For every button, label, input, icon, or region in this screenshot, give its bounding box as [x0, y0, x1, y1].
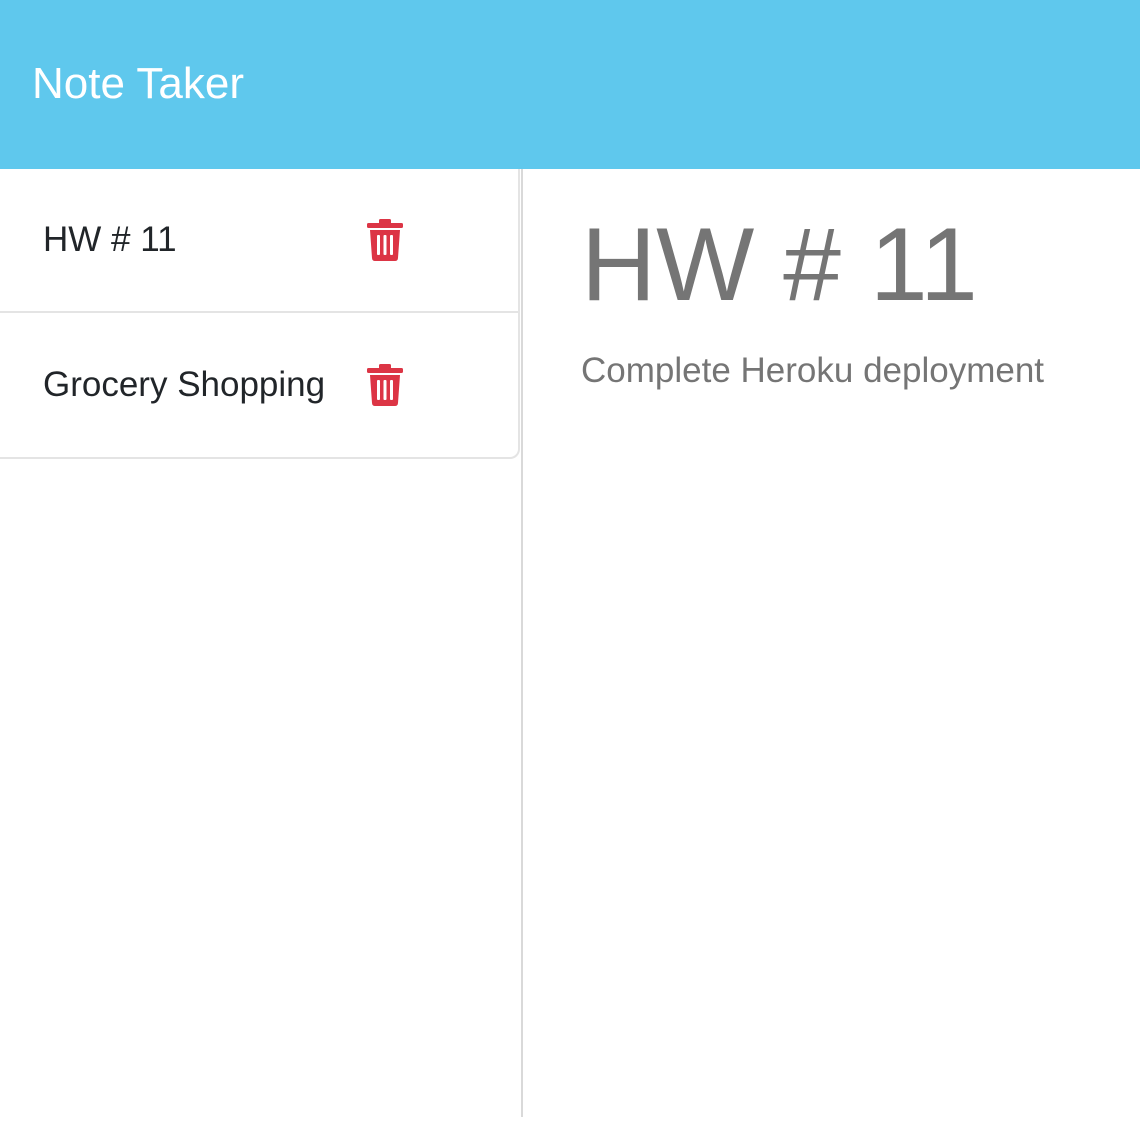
trash-icon [367, 364, 403, 406]
note-title[interactable]: Grocery Shopping [43, 365, 325, 405]
note-list: HW # 11 Grocery Shopping [0, 169, 520, 459]
note-list-panel: HW # 11 Grocery Shopping [0, 169, 523, 1117]
note-title-field[interactable]: HW # 11 [581, 205, 1121, 325]
note-view: HW # 11 Complete Heroku deployment [523, 169, 1140, 1144]
app-title[interactable]: Note Taker [32, 58, 244, 110]
note-title[interactable]: HW # 11 [43, 220, 177, 260]
delete-note-button[interactable] [367, 219, 403, 261]
trash-icon [367, 219, 403, 261]
list-item[interactable]: HW # 11 [0, 169, 518, 313]
navbar: Note Taker [0, 0, 1140, 169]
note-text-area[interactable]: Complete Heroku deployment [581, 349, 1121, 393]
delete-note-button[interactable] [367, 364, 403, 406]
list-item[interactable]: Grocery Shopping [0, 313, 518, 457]
